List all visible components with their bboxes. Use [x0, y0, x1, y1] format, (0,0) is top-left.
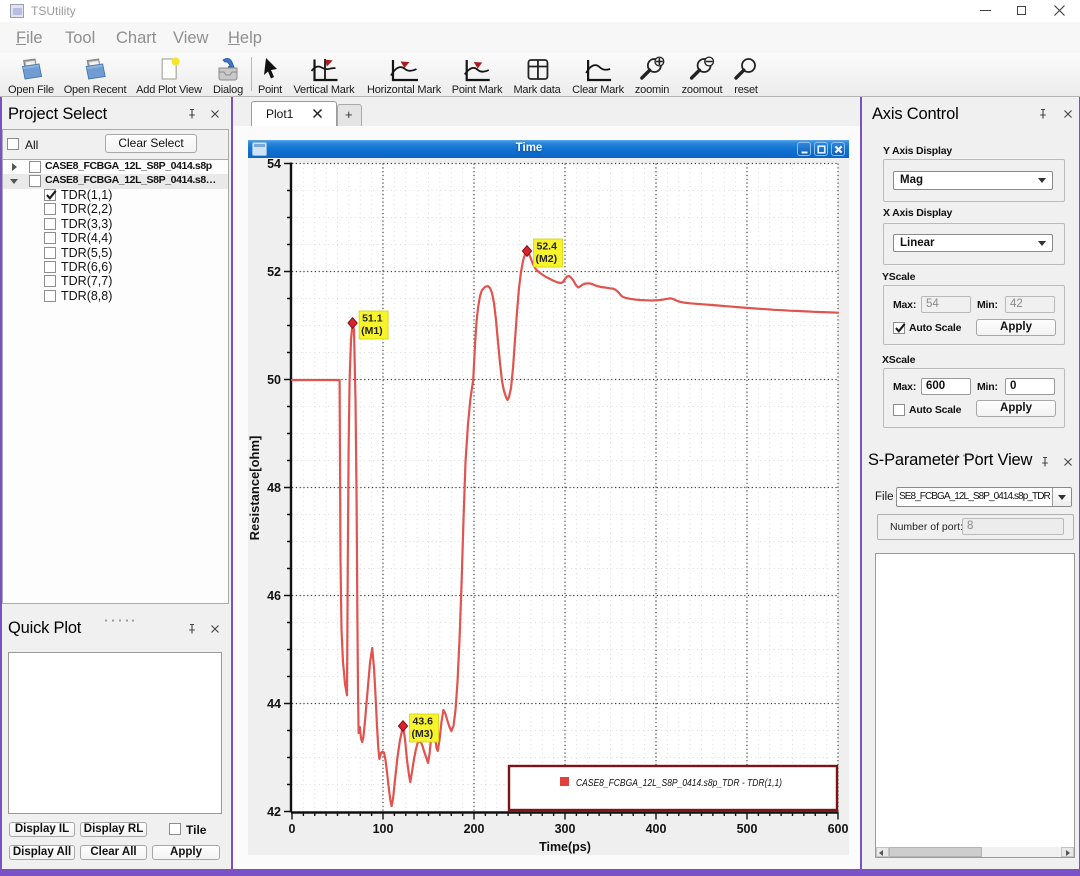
- svg-text:51.1: 51.1: [362, 313, 383, 325]
- svg-text:48: 48: [267, 481, 281, 495]
- svg-text:46: 46: [267, 589, 281, 603]
- svg-text:500: 500: [737, 822, 758, 836]
- svg-text:300: 300: [555, 822, 576, 836]
- svg-text:50: 50: [267, 373, 281, 387]
- svg-text:Resistance[ohm]: Resistance[ohm]: [248, 436, 262, 541]
- svg-text:Time(ps): Time(ps): [539, 840, 591, 854]
- svg-text:100: 100: [373, 822, 394, 836]
- svg-text:(M1): (M1): [361, 325, 383, 337]
- svg-text:52.4: 52.4: [537, 241, 558, 253]
- svg-text:43.6: 43.6: [413, 716, 434, 728]
- svg-text:400: 400: [646, 822, 667, 836]
- svg-text:200: 200: [464, 822, 485, 836]
- svg-text:CASE8_FCBGA_12L_S8P_0414.s8p_T: CASE8_FCBGA_12L_S8P_0414.s8p_TDR - TDR(1…: [576, 777, 782, 789]
- svg-text:(M2): (M2): [536, 253, 558, 265]
- svg-text:600: 600: [828, 822, 849, 836]
- svg-text:54: 54: [267, 158, 281, 171]
- svg-text:42: 42: [267, 805, 281, 819]
- svg-text:44: 44: [267, 697, 281, 711]
- svg-text:52: 52: [267, 265, 281, 279]
- svg-text:(M3): (M3): [412, 728, 434, 740]
- svg-text:0: 0: [289, 822, 296, 836]
